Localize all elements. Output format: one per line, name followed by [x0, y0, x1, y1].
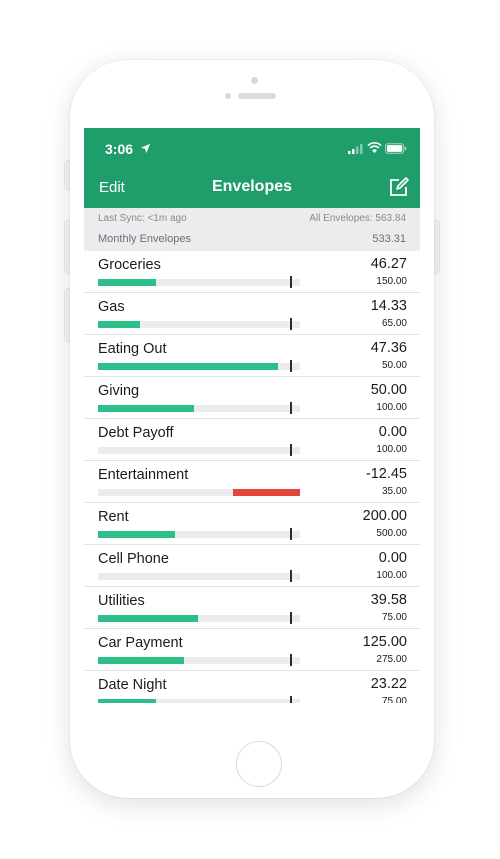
envelope-row[interactable]: Giving 50.00 100.00 [84, 377, 420, 419]
envelope-progress-track [98, 654, 300, 666]
envelope-row[interactable]: Utilities 39.58 75.00 [84, 587, 420, 629]
envelope-budget: 100.00 [376, 570, 407, 581]
envelope-progress-track [98, 612, 300, 624]
earpiece-speaker [238, 93, 276, 99]
envelope-balance: 14.33 [370, 298, 407, 314]
envelope-budget: 50.00 [381, 360, 407, 371]
envelope-row[interactable]: Cell Phone 0.00 100.00 [84, 545, 420, 587]
section-header-label: Monthly Envelopes [98, 233, 191, 245]
envelope-name: Car Payment [98, 635, 183, 651]
envelope-progress-track [98, 276, 300, 288]
envelope-row[interactable]: Gas 14.33 65.00 [84, 293, 420, 335]
envelope-progress-fill [233, 489, 300, 496]
envelope-budget: 65.00 [381, 318, 407, 329]
budget-marker [290, 528, 292, 540]
envelope-progress-track [98, 528, 300, 540]
envelope-budget: 275.00 [376, 654, 407, 665]
envelope-budget: 150.00 [376, 276, 407, 287]
envelope-name: Groceries [98, 257, 161, 273]
home-button[interactable] [236, 741, 282, 787]
envelope-balance: 47.36 [370, 340, 407, 356]
envelope-name: Rent [98, 509, 129, 525]
envelope-progress-fill [98, 405, 194, 412]
budget-marker [290, 318, 292, 330]
envelope-budget: 500.00 [376, 528, 407, 539]
budget-marker [290, 654, 292, 666]
compose-icon[interactable] [388, 176, 410, 198]
budget-marker [290, 612, 292, 624]
envelope-name: Debt Payoff [98, 425, 174, 441]
envelope-row[interactable]: Rent 200.00 500.00 [84, 503, 420, 545]
envelope-balance: -12.45 [365, 466, 407, 482]
envelope-progress-fill [98, 657, 184, 664]
navigation-header: 3:06 Edit Envelopes [84, 128, 420, 208]
budget-marker [290, 696, 292, 703]
envelope-row[interactable]: Date Night 23.22 75.00 [84, 671, 420, 703]
envelope-progress-track [98, 444, 300, 456]
envelope-balance: 50.00 [370, 382, 407, 398]
proximity-sensor [225, 93, 231, 99]
budget-marker [290, 276, 292, 288]
envelope-balance: 125.00 [362, 634, 407, 650]
envelope-balance: 46.27 [370, 256, 407, 272]
budget-marker [290, 402, 292, 414]
envelope-progress-track [98, 402, 300, 414]
location-arrow-icon [140, 143, 151, 154]
envelope-row[interactable]: Car Payment 125.00 275.00 [84, 629, 420, 671]
envelope-budget: 75.00 [381, 612, 407, 623]
envelope-budget: 100.00 [376, 402, 407, 413]
envelope-progress-track [98, 570, 300, 582]
envelope-row[interactable]: Groceries 46.27 150.00 [84, 251, 420, 293]
envelope-name: Gas [98, 299, 125, 315]
page-title: Envelopes [211, 178, 293, 195]
envelope-progress-track [98, 318, 300, 330]
envelope-balance: 200.00 [362, 508, 407, 524]
envelope-progress-fill [98, 531, 175, 538]
envelope-progress-track [98, 696, 300, 703]
summary-header: Last Sync: <1m ago All Envelopes: 563.84… [84, 208, 420, 251]
last-sync-text: Last Sync: <1m ago [98, 213, 187, 224]
envelope-name: Eating Out [98, 341, 167, 357]
envelope-budget: 75.00 [381, 696, 407, 703]
status-time: 3:06 [105, 141, 134, 157]
envelope-progress-fill [98, 699, 156, 703]
envelope-name: Giving [98, 383, 140, 399]
envelope-progress-fill [98, 321, 140, 328]
envelope-name: Utilities [98, 593, 145, 609]
envelope-row[interactable]: Entertainment -12.45 35.00 [84, 461, 420, 503]
app-screen: 3:06 Edit Envelopes Last Sync: <1m ago A… [84, 128, 420, 703]
envelope-budget: 35.00 [381, 486, 407, 497]
envelope-progress-track [98, 489, 300, 496]
wifi-icon [367, 142, 382, 154]
envelope-progress-fill [98, 615, 198, 622]
cellular-signal-icon [348, 144, 363, 154]
envelope-balance: 0.00 [378, 550, 407, 566]
section-header-total: 533.31 [372, 233, 406, 245]
all-envelopes-total: All Envelopes: 563.84 [309, 213, 406, 224]
budget-marker [290, 360, 292, 372]
battery-icon [385, 143, 407, 154]
envelope-progress-fill [98, 279, 156, 286]
budget-marker [290, 444, 292, 456]
envelope-name: Date Night [98, 677, 167, 693]
envelope-progress-fill [98, 363, 278, 370]
envelope-row[interactable]: Debt Payoff 0.00 100.00 [84, 419, 420, 461]
envelope-budget: 100.00 [376, 444, 407, 455]
budget-marker [290, 570, 292, 582]
front-camera [251, 77, 258, 84]
envelope-balance: 0.00 [378, 424, 407, 440]
envelope-name: Cell Phone [98, 551, 169, 567]
envelope-row[interactable]: Eating Out 47.36 50.00 [84, 335, 420, 377]
envelope-balance: 39.58 [370, 592, 407, 608]
envelope-balance: 23.22 [370, 676, 407, 692]
envelope-list: Groceries 46.27 150.00 Gas 14.33 65.00 Eating … [84, 251, 420, 703]
envelope-progress-track [98, 360, 300, 372]
envelope-name: Entertainment [98, 467, 189, 483]
